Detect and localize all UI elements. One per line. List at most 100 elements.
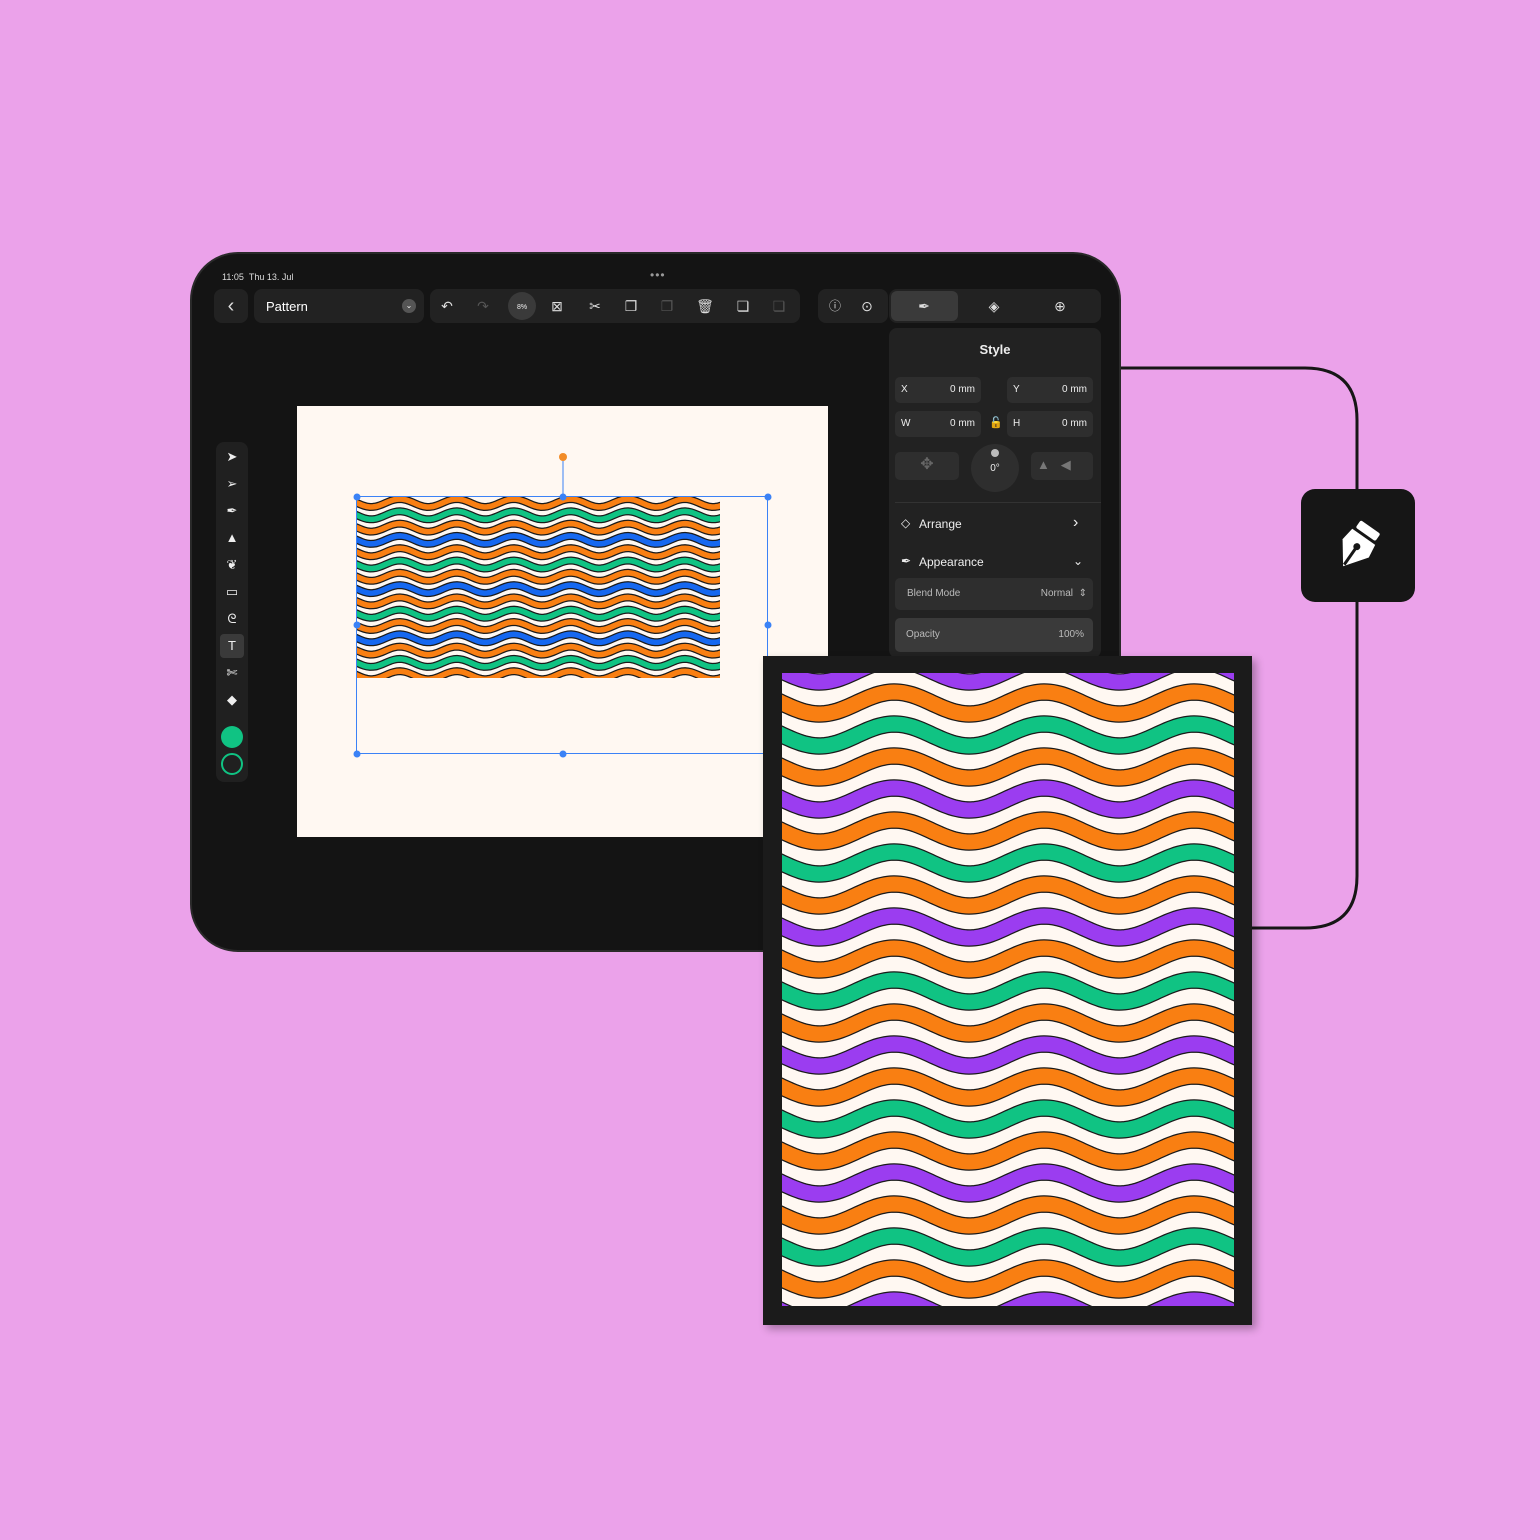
w-label: W [901, 418, 911, 429]
wave-band [782, 1036, 1234, 1074]
select-tool-icon[interactable]: ➤ [220, 445, 244, 469]
wave-band [782, 748, 1234, 786]
trash-icon[interactable]: 🗑 [696, 297, 714, 315]
flip-buttons: ▲ ◀ [1031, 452, 1093, 480]
move-button[interactable]: ✥ [895, 452, 959, 480]
rotation-knob[interactable] [991, 449, 999, 457]
flip-horizontal-icon[interactable]: ◀ [1061, 457, 1071, 472]
brush-icon: ✒ [901, 554, 912, 568]
wave-band [782, 673, 1234, 690]
wave-band [782, 876, 1234, 914]
blend-mode-label: Blend Mode [907, 588, 961, 599]
h-label: H [1013, 418, 1021, 429]
wave-band [782, 844, 1234, 882]
wave-band [782, 684, 1234, 722]
zoom-level[interactable]: 8% [508, 292, 536, 320]
arrange-row[interactable]: ◇ Arrange › [895, 512, 1095, 536]
opacity-slider[interactable]: Opacity 100% [895, 618, 1093, 652]
chevron-down-icon: ⌄ [402, 299, 416, 313]
chevron-right-icon: › [1073, 514, 1079, 531]
scissors-icon[interactable]: ✂ [586, 297, 604, 315]
more-icon[interactable]: ⊙ [858, 297, 876, 315]
eraser-tool-icon[interactable]: ◆ [220, 688, 244, 712]
redo-icon[interactable]: ↷ [474, 297, 492, 315]
brush-tool-icon[interactable]: ❦ [220, 553, 244, 577]
flip-vertical-icon[interactable]: ▲ [1037, 457, 1050, 472]
pencil-tool-icon[interactable]: ▲ [220, 526, 244, 550]
pen-tool-icon[interactable]: ✒ [220, 499, 244, 523]
divider [895, 502, 1101, 503]
lasso-tool-icon[interactable]: ᘓ [220, 607, 244, 631]
wave-band [782, 1164, 1234, 1202]
w-field[interactable]: W 0 mm [895, 411, 981, 437]
edit-toolbar: ↶ ↷ 8% ⊠ ✂ ❐ ❐ 🗑 ❏ ❏ [430, 289, 800, 323]
tab-layers[interactable]: ◈ [985, 297, 1003, 315]
opacity-value: 100% [1058, 629, 1084, 640]
document-name-dropdown[interactable]: Pattern ⌄ [254, 289, 424, 323]
back-button[interactable]: ‹ [214, 289, 248, 323]
y-value: 0 mm [1062, 384, 1087, 395]
node-tool-icon[interactable]: ➢ [220, 472, 244, 496]
brush-icon: ✒ [918, 298, 930, 314]
paste-style-icon[interactable]: ❏ [770, 297, 788, 315]
tab-add[interactable]: ⊕ [1051, 297, 1069, 315]
deselect-icon[interactable]: ⊠ [548, 297, 566, 315]
rectangle-tool-icon[interactable]: ▭ [220, 580, 244, 604]
appearance-label: Appearance [919, 555, 984, 569]
document-name: Pattern [266, 299, 308, 314]
rotation-dial[interactable]: 0° [971, 444, 1019, 492]
wave-band [782, 908, 1234, 946]
artboard[interactable] [297, 406, 828, 837]
wave-band [782, 780, 1234, 818]
copy-style-icon[interactable]: ❏ [734, 297, 752, 315]
lock-icon[interactable]: 🔓 [989, 416, 1003, 429]
fill-color-swatch[interactable] [221, 726, 243, 748]
panel-tabs: ✒ ◈ ⊕ [889, 289, 1101, 323]
wave-band [782, 1100, 1234, 1138]
move-icon: ✥ [920, 456, 934, 473]
scissors-tool-icon[interactable]: ✄ [220, 661, 244, 685]
wave-band [782, 972, 1234, 1010]
help-menu: ⓘ ⊙ [818, 289, 888, 323]
panel-title: Style [979, 342, 1011, 357]
status-bar: 11:05 Thu 13. Jul [222, 272, 293, 282]
time: 11:05 [222, 272, 244, 282]
x-label: X [901, 384, 908, 395]
help-icon[interactable]: ⓘ [826, 297, 844, 315]
framed-print [763, 656, 1252, 1325]
wave-band [782, 1228, 1234, 1266]
wave-band [782, 812, 1234, 850]
y-field[interactable]: Y 0 mm [1007, 377, 1093, 403]
updown-icon: ⇕ [1078, 588, 1087, 599]
stroke-color-swatch[interactable] [221, 753, 243, 775]
text-tool-icon[interactable]: T [220, 634, 244, 658]
app-icon-tile [1301, 489, 1415, 602]
wave-band [782, 1132, 1234, 1170]
tab-style[interactable]: ✒ [891, 291, 958, 321]
wave-band [782, 716, 1234, 754]
wave-band [782, 1260, 1234, 1298]
rotation-value: 0° [990, 463, 1000, 474]
wave-band [782, 940, 1234, 978]
y-label: Y [1013, 384, 1020, 395]
date: Thu 13. Jul [248, 272, 294, 282]
chevron-left-icon: ‹ [227, 295, 235, 317]
opacity-label: Opacity [906, 629, 940, 640]
h-value: 0 mm [1062, 418, 1087, 429]
paste-icon[interactable]: ❐ [658, 297, 676, 315]
w-value: 0 mm [950, 418, 975, 429]
tool-sidebar: ➤ ➢ ✒ ▲ ❦ ▭ ᘓ T ✄ ◆ [216, 442, 248, 782]
x-value: 0 mm [950, 384, 975, 395]
frame-artwork [782, 673, 1234, 1306]
more-dots[interactable]: ••• [650, 268, 666, 282]
blend-mode-value: Normal [1040, 588, 1073, 599]
appearance-row[interactable]: ✒ Appearance ⌄ [895, 550, 1095, 574]
undo-icon[interactable]: ↶ [438, 297, 456, 315]
wave-band [782, 1068, 1234, 1106]
x-field[interactable]: X 0 mm [895, 377, 981, 403]
copy-icon[interactable]: ❐ [622, 297, 640, 315]
blend-mode-select[interactable]: Blend Mode Normal ⇕ [895, 578, 1093, 610]
rotate-handle [559, 453, 567, 461]
h-field[interactable]: H 0 mm [1007, 411, 1093, 437]
selection-box[interactable] [297, 406, 828, 837]
